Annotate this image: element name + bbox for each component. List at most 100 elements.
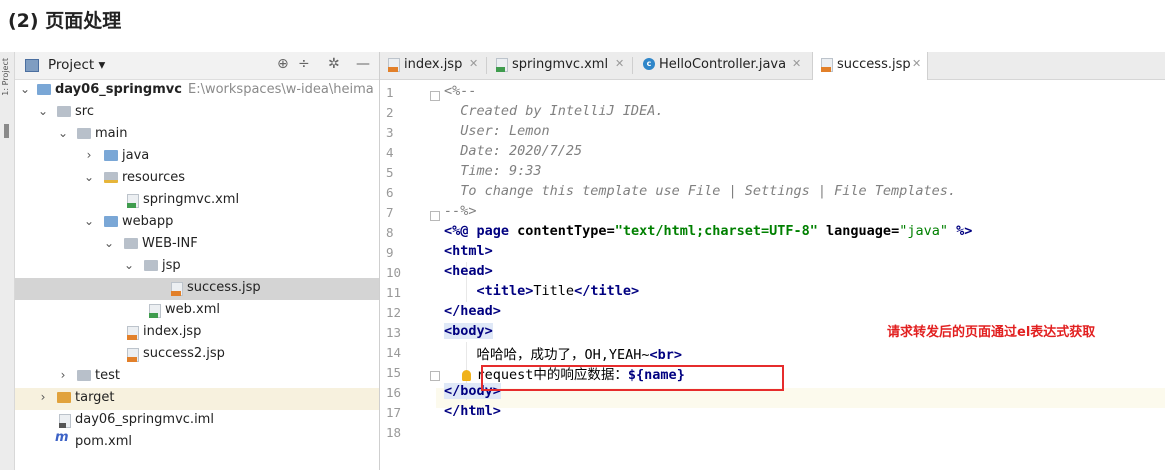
chevron-right-icon[interactable]: › <box>83 148 95 162</box>
close-icon[interactable]: ✕ <box>792 57 801 70</box>
line-number: 12 <box>386 305 402 320</box>
tree-item-day06-springmvc[interactable]: ⌄ day06_springmvc E:\workspaces\w-idea\h… <box>15 80 379 102</box>
tab-divider <box>632 57 633 74</box>
close-icon[interactable]: ✕ <box>615 57 624 70</box>
module-path: E:\workspaces\w-idea\heima <box>188 82 374 97</box>
project-view-selector[interactable]: Project ▾ <box>48 57 105 73</box>
collapse-icon[interactable]: ÷ <box>298 56 310 72</box>
editor-panel: index.jsp ✕ springmvc.xml ✕ c HelloContr… <box>380 52 1165 470</box>
tree-item-label: success2.jsp <box>143 346 225 361</box>
tab-index-jsp[interactable]: index.jsp ✕ <box>380 52 484 79</box>
code-line-7: --%> <box>444 203 1165 223</box>
tree-item-jsp-folder[interactable]: ⌄ jsp <box>15 256 379 278</box>
project-toolbar: Project ▾ ⊕ ÷ ✲ — <box>15 52 379 80</box>
tree-item-index-jsp[interactable]: index.jsp <box>15 322 379 344</box>
line-number: 16 <box>386 385 402 400</box>
code-line-2: Created by IntelliJ IDEA. <box>444 103 1165 123</box>
html-tag: <br> <box>649 347 683 363</box>
tab-label: success.jsp <box>837 57 911 72</box>
chevron-down-icon[interactable]: ⌄ <box>83 170 95 184</box>
tree-item-main[interactable]: ⌄ main <box>15 124 379 146</box>
jsp-file-icon <box>388 58 400 72</box>
chevron-down-icon[interactable]: ⌄ <box>123 258 135 272</box>
tree-item-pom-xml[interactable]: m pom.xml <box>15 430 379 454</box>
project-view-icon <box>25 59 39 72</box>
close-icon[interactable]: ✕ <box>912 57 921 70</box>
target-folder-icon <box>57 392 71 403</box>
text-node: 哈哈哈，成功了，OH,YEAH~ <box>476 347 650 363</box>
tree-item-java[interactable]: › java <box>15 146 379 168</box>
close-icon[interactable]: ✕ <box>469 57 478 70</box>
tab-springmvc-xml[interactable]: springmvc.xml ✕ <box>488 52 630 79</box>
tree-item-label: pom.xml <box>75 434 132 449</box>
crosshair-icon[interactable]: ⊕ <box>277 56 289 72</box>
strip-indicator <box>4 124 9 138</box>
code-line-1: <%-- <box>444 83 1165 103</box>
line-number: 5 <box>386 165 394 180</box>
fold-marker-icon[interactable] <box>430 91 440 101</box>
fold-marker-icon[interactable] <box>430 211 440 221</box>
page-title: (2) 页面处理 <box>8 10 122 32</box>
folder-icon <box>77 370 91 381</box>
tree-item-success-jsp[interactable]: success.jsp <box>15 278 379 300</box>
project-panel: Project ▾ ⊕ ÷ ✲ — ⌄ day06_springmvc E:\w… <box>15 52 379 470</box>
xml-file-icon <box>127 194 139 208</box>
chevron-down-icon[interactable]: ⌄ <box>19 82 31 96</box>
code-line-8: <%@ page contentType="text/html;charset=… <box>444 223 1165 243</box>
tree-item-test[interactable]: › test <box>15 366 379 388</box>
tree-item-success2-jsp[interactable]: success2.jsp <box>15 344 379 366</box>
chevron-down-icon[interactable]: ⌄ <box>37 104 49 118</box>
jsp-comment: User: Lemon <box>444 123 550 139</box>
attr-value: "java" <box>899 223 948 239</box>
line-number: 7 <box>386 205 394 220</box>
folder-icon <box>57 106 71 117</box>
html-tag: </head> <box>444 303 501 319</box>
tree-item-label: webapp <box>122 214 174 229</box>
project-tool-window-label[interactable]: 1: Project <box>1 58 10 96</box>
tree-item-resources[interactable]: ⌄ resources <box>15 168 379 190</box>
tree-item-webapp[interactable]: ⌄ webapp <box>15 212 379 234</box>
directive-name: page <box>476 223 518 239</box>
html-tag: <html> <box>444 243 493 259</box>
jsp-file-icon <box>171 282 183 296</box>
tree-item-web-xml[interactable]: web.xml <box>15 300 379 322</box>
tab-hellocontroller-java[interactable]: c HelloController.java ✕ <box>635 52 807 79</box>
jsp-comment: --%> <box>444 203 477 219</box>
tree-item-target[interactable]: › target <box>15 388 379 410</box>
gear-icon[interactable]: ✲ <box>328 56 340 72</box>
chevron-right-icon[interactable]: › <box>37 390 49 404</box>
code-line-12: </head> <box>444 303 1165 323</box>
tree-item-iml[interactable]: day06_springmvc.iml <box>15 410 379 432</box>
tree-item-src[interactable]: ⌄ src <box>15 102 379 124</box>
chevron-down-icon[interactable]: ⌄ <box>83 214 95 228</box>
directive-close: %> <box>947 223 973 239</box>
tool-window-strip[interactable]: 1: Project <box>0 52 15 470</box>
minimize-icon[interactable]: — <box>356 56 370 72</box>
chevron-right-icon[interactable]: › <box>57 368 69 382</box>
tree-item-springmvc-xml[interactable]: springmvc.xml <box>15 190 379 212</box>
tree-item-label: target <box>75 390 115 405</box>
attr-eq: = <box>606 223 615 239</box>
tree-item-web-inf[interactable]: ⌄ WEB-INF <box>15 234 379 256</box>
line-number: 11 <box>386 285 402 300</box>
jsp-file-icon <box>127 348 139 362</box>
fold-marker-icon[interactable] <box>430 371 440 381</box>
tree-item-label: index.jsp <box>143 324 202 339</box>
line-number: 14 <box>386 345 402 360</box>
jsp-comment: To change this template use File | Setti… <box>444 183 957 199</box>
lightbulb-icon[interactable] <box>462 370 471 381</box>
code-editor[interactable]: <%-- Created by IntelliJ IDEA. User: Lem… <box>444 80 1165 470</box>
line-number-gutter: 1 2 3 4 5 6 7 8 9 10 11 12 13 14 15 16 1… <box>380 80 440 470</box>
ide-window: 1: Project Project ▾ ⊕ ÷ ✲ — ⌄ day06_spr… <box>0 52 1165 470</box>
html-tag: </html> <box>444 403 501 419</box>
chevron-down-icon[interactable]: ⌄ <box>103 236 115 250</box>
html-tag: <title> <box>476 283 534 299</box>
attr-name: contentType <box>517 223 607 239</box>
line-number: 6 <box>386 185 394 200</box>
line-number: 9 <box>386 245 394 260</box>
xml-file-icon <box>149 304 161 318</box>
chevron-down-icon[interactable]: ⌄ <box>57 126 69 140</box>
tab-success-jsp[interactable]: success.jsp ✕ <box>812 52 928 80</box>
module-folder-icon <box>37 84 51 95</box>
